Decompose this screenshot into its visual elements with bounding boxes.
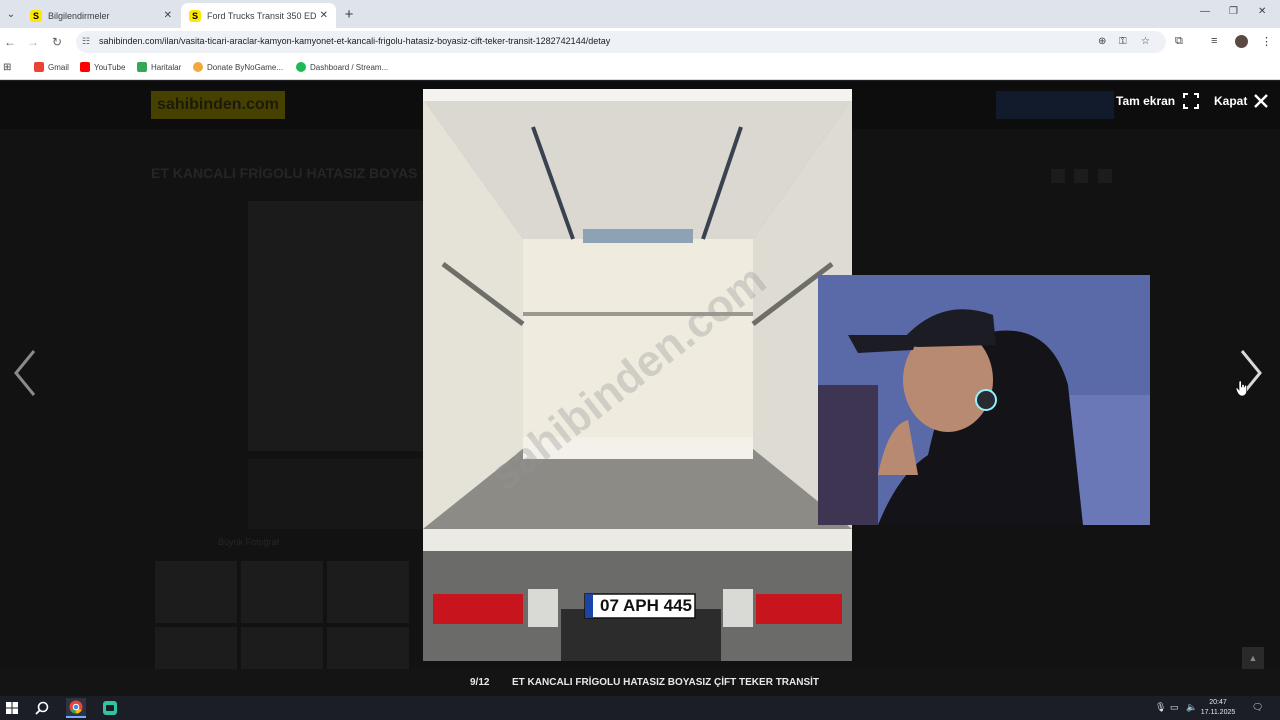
windows-start-icon[interactable] <box>2 698 22 718</box>
tab-ford-trucks[interactable]: S Ford Trucks Transit 350 ED Mo ✕ <box>181 3 336 28</box>
bookmark-label: Gmail <box>48 62 69 72</box>
streamer-webcam-image <box>818 275 1150 525</box>
tab-title: Bilgilendirmeler <box>48 10 110 21</box>
fullscreen-label: Tam ekran <box>1116 94 1176 108</box>
photo-counter: 9/12 <box>470 677 490 688</box>
bookmark-label: YouTube <box>94 62 126 72</box>
reload-button[interactable]: ↻ <box>49 34 65 50</box>
close-window-button[interactable]: ✕ <box>1258 6 1266 17</box>
address-bar[interactable]: ☷ sahibinden.com/ilan/vasita-ticari-arac… <box>76 31 1166 53</box>
bookmark-haritalar[interactable]: Haritalar <box>137 62 181 72</box>
maps-icon <box>137 62 147 72</box>
listing-page: sahibinden.com ET KANCALI FRİGOLU HATASI… <box>0 81 1280 696</box>
search-icon[interactable] <box>32 698 52 718</box>
truck-cargo-box-image: sahibinden.com <box>423 89 852 661</box>
close-tab-icon[interactable]: ✕ <box>164 10 172 21</box>
close-gallery-button[interactable]: Kapat <box>1214 93 1269 109</box>
youtube-icon <box>80 62 90 72</box>
windows-taskbar: 🎙 ▭ 🔈 20:47 17.11.2025 🗨 <box>0 696 1280 720</box>
forward-button[interactable]: → <box>25 34 41 50</box>
volume-icon[interactable]: 🔈 <box>1186 702 1197 713</box>
microphone-icon[interactable]: 🎙 <box>1155 702 1166 713</box>
bookmark-donate[interactable]: Donate ByNoGame... <box>193 62 283 72</box>
notifications-icon[interactable]: 🗨 <box>1252 702 1263 713</box>
browser-toolbar: ← → ↻ ☷ sahibinden.com/ilan/vasita-ticar… <box>0 28 1280 56</box>
streamlabs-icon <box>296 62 306 72</box>
tab-bilgilendirmeler[interactable]: S Bilgilendirmeler ✕ <box>22 3 180 28</box>
clock-date: 17.11.2025 <box>1200 709 1236 716</box>
sahibinden-favicon-icon: S <box>189 9 201 22</box>
gallery-photo[interactable]: sahibinden.com 07 APH 445 <box>423 89 852 661</box>
profile-avatar[interactable] <box>1235 35 1248 48</box>
zoom-icon[interactable]: ⊕ <box>1098 36 1106 47</box>
tab-title: Ford Trucks Transit 350 ED Mo <box>207 10 316 21</box>
photo-caption: ET KANCALI FRİGOLU HATASIZ BOYASIZ ÇİFT … <box>512 677 820 688</box>
apps-grid-icon[interactable]: ⊞ <box>3 62 11 73</box>
bookmark-label: Dashboard / Stream... <box>310 62 389 72</box>
tab-search-button[interactable]: ⌄ <box>2 4 20 24</box>
bookmark-dashboard[interactable]: Dashboard / Stream... <box>296 62 388 72</box>
restore-button[interactable]: ❐ <box>1229 6 1238 17</box>
bookmark-label: Donate ByNoGame... <box>207 62 284 72</box>
gallery-caption-bar: 9/12 ET KANCALI FRİGOLU HATASIZ BOYASIZ … <box>0 669 1280 696</box>
new-tab-button[interactable]: + <box>340 5 358 23</box>
sahibinden-favicon-icon: S <box>30 9 42 22</box>
webcam-overlay <box>818 275 1150 525</box>
fullscreen-button[interactable]: Tam ekran <box>1116 93 1200 109</box>
bookmarks-bar: ⊞ Gmail YouTube Haritalar Donate ByNoGam… <box>0 56 1280 80</box>
network-icon[interactable]: ▭ <box>1170 702 1179 713</box>
fullscreen-icon <box>1183 93 1200 109</box>
media-control-icon[interactable]: ≡ <box>1211 35 1217 47</box>
system-clock[interactable]: 20:47 17.11.2025 <box>1198 698 1238 718</box>
clock-time: 20:47 <box>1209 699 1227 706</box>
bookmark-label: Haritalar <box>151 62 182 72</box>
bookmark-youtube[interactable]: YouTube <box>80 62 125 72</box>
close-tab-icon[interactable]: ✕ <box>320 10 328 21</box>
extensions-icon[interactable]: ⧉ <box>1175 35 1183 48</box>
previous-photo-arrow-icon[interactable] <box>10 343 40 403</box>
close-icon <box>1254 94 1269 108</box>
scroll-to-top-button[interactable]: ▲ <box>1242 647 1264 669</box>
streamlabs-taskbar-icon[interactable] <box>100 698 120 718</box>
site-info-icon[interactable]: ☷ <box>82 36 90 47</box>
menu-icon[interactable]: ⋮ <box>1261 35 1272 48</box>
minimize-button[interactable]: — <box>1200 6 1210 17</box>
back-button[interactable]: ← <box>2 34 18 50</box>
mouse-cursor-icon <box>1236 380 1247 397</box>
gmail-icon <box>34 62 44 72</box>
chrome-taskbar-icon[interactable] <box>66 698 86 718</box>
license-plate: 07 APH 445 <box>600 596 692 615</box>
bookmark-star-icon[interactable]: ☆ <box>1141 36 1150 47</box>
bynogame-icon <box>193 62 203 72</box>
close-label: Kapat <box>1214 94 1248 108</box>
bookmark-gmail[interactable]: Gmail <box>34 62 69 72</box>
url-text: sahibinden.com/ilan/vasita-ticari-aracla… <box>99 36 611 46</box>
password-key-icon[interactable]: ⚿ <box>1119 36 1127 47</box>
tab-strip: ⌄ S Bilgilendirmeler ✕ S Ford Trucks Tra… <box>0 0 1280 28</box>
